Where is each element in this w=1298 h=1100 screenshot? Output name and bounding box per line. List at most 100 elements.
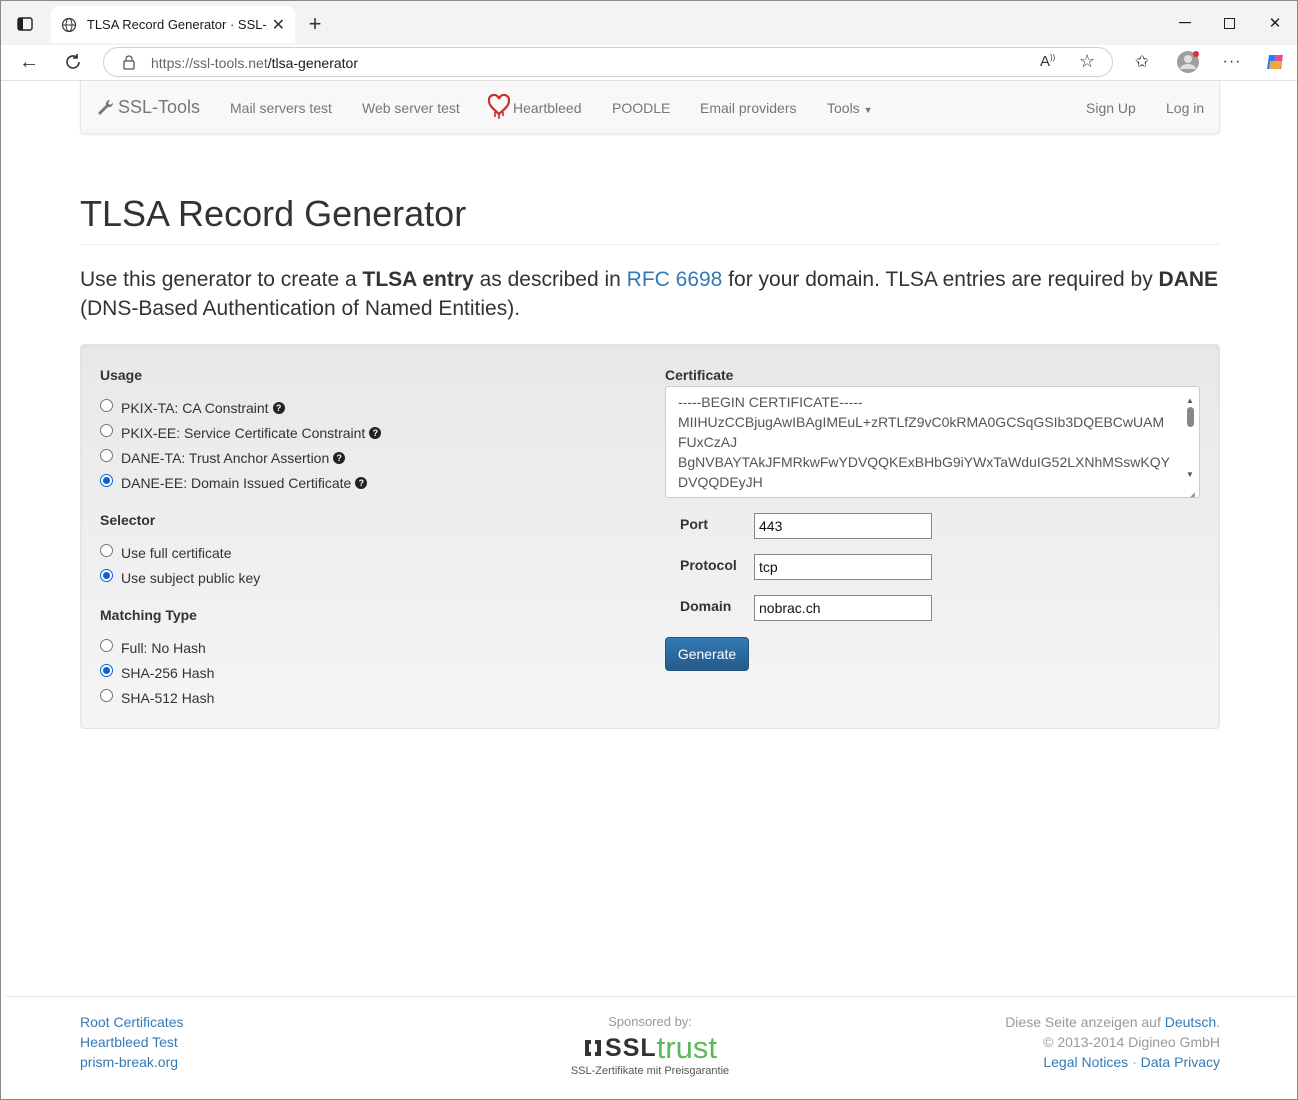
sponsor-tagline: SSL-Zertifikate mit Preisgarantie [570,1065,730,1077]
url-field[interactable]: https://ssl-tools.net/tlsa-generator A))… [103,47,1113,77]
intro-bold-dane: DANE [1158,268,1219,291]
certificate-textarea[interactable]: -----BEGIN CERTIFICATE----- MIIHUzCCBjug… [665,386,1200,498]
ssltrust-mark-icon [585,1040,602,1056]
ssltrust-logo[interactable]: SSL trust [550,1030,750,1066]
resize-grip-icon[interactable]: ◢ [1188,485,1195,497]
close-tab-icon[interactable]: ✕ [272,15,285,35]
sponsor-block: Sponsored by: SSL trust SSL-Zertifikate m… [550,1014,750,1077]
help-icon[interactable]: ? [272,402,285,414]
footer: Root Certificates Heartbleed Test prism-… [5,996,1295,1099]
generator-form: Usage PKIX-TA: CA Constraint? PKIX-EE: S… [80,344,1220,729]
read-aloud-icon[interactable]: A)) [1040,53,1055,70]
radio-sha256-checked[interactable] [100,663,113,677]
prism-break-link[interactable]: prism-break.org [80,1054,178,1070]
usage-option-dane-ta[interactable]: DANE-TA: Trust Anchor Assertion? [100,448,346,466]
copilot-icon[interactable] [1263,51,1287,73]
radio-pkix-ee[interactable] [100,423,113,437]
generate-button[interactable]: Generate [665,637,749,671]
matching-option-no-hash[interactable]: Full: No Hash [100,638,206,656]
profile-avatar-icon[interactable] [1175,49,1201,75]
help-icon[interactable]: ? [333,452,346,464]
port-input[interactable]: 443 [754,513,932,539]
selector-option-subject-public-key[interactable]: Use subject public key [100,568,260,586]
cert-line: FUxCzAJ [678,434,738,450]
top-navbar: SSL-Tools Mail servers test Web server t… [80,81,1220,134]
cert-line: BgNVBAYTAkJFMRkwFwYDVQQKExBHbG9iYWxTaWdu… [678,454,1170,470]
certificate-label: Certificate [665,367,734,383]
scroll-thumb[interactable] [1187,407,1194,427]
nav-link-email-providers[interactable]: Email providers [700,100,796,116]
usage-option-dane-ee[interactable]: DANE-EE: Domain Issued Certificate? [100,473,368,491]
scroll-down-icon[interactable]: ▼ [1186,465,1194,485]
matching-option-sha256[interactable]: SHA-256 Hash [100,663,214,681]
root-certificates-link[interactable]: Root Certificates [80,1014,183,1030]
nav-dropdown-tools[interactable]: Tools ▼ [827,100,873,116]
radio-pkix-ta[interactable] [100,398,113,412]
sidebar-toggle-icon[interactable] [15,15,35,33]
radio-full-certificate[interactable] [100,543,113,557]
tab-active[interactable]: TLSA Record Generator · SSL-Tools ✕ [51,6,295,43]
page-title: TLSA Record Generator [80,193,467,234]
favorites-icon[interactable]: ✩ [1129,52,1155,72]
favorite-star-icon[interactable]: ☆ [1079,51,1095,72]
intro-text-3: for your domain. TLSA entries are requir… [722,268,1159,291]
selector-label: Selector [100,512,156,528]
selector-option-full-certificate[interactable]: Use full certificate [100,543,231,561]
help-icon[interactable]: ? [355,477,368,489]
tab-title: TLSA Record Generator · SSL-Tools [86,17,266,32]
protocol-input[interactable]: tcp [754,554,932,580]
radio-subject-public-key-checked[interactable] [100,568,113,582]
minimize-icon[interactable] [1173,13,1197,33]
url-path: /tlsa-generator [267,55,358,71]
deutsch-link[interactable]: Deutsch [1165,1014,1216,1030]
radio-no-hash[interactable] [100,638,113,652]
intro-text-1: Use this generator to create a [80,268,363,291]
intro-text-4: (DNS-Based Authentication of Named Entit… [80,297,521,320]
wrench-icon [98,99,114,115]
usage-option-pkix-ee[interactable]: PKIX-EE: Service Certificate Constraint? [100,423,382,441]
logo-text-ssl: SSL [605,1033,657,1062]
maximize-icon[interactable] [1217,13,1241,33]
help-icon[interactable]: ? [369,427,382,439]
nav-link-poodle[interactable]: POODLE [612,100,670,116]
brand-link[interactable]: SSL-Tools [96,97,200,118]
sign-up-link[interactable]: Sign Up [1086,100,1136,116]
port-label: Port [680,516,708,532]
intro-bold-tlsa: TLSA entry [362,268,474,291]
nav-link-heartbleed[interactable]: Heartbleed [513,100,582,116]
radio-dane-ta[interactable] [100,448,113,462]
title-divider [80,244,1220,245]
cert-line: DVQQDEyJH [678,474,763,490]
cert-line: MIIHUzCCBjugAwIBAgIMEuL+zRTLfZ9vC0kRMA0G… [678,414,1165,430]
matching-type-label: Matching Type [100,607,197,623]
url-host: https://ssl-tools.net [151,55,268,71]
copyright-text: © 2013-2014 Digineo GmbH [1043,1034,1220,1050]
caret-down-icon: ▼ [863,105,873,115]
nav-link-web-server-test[interactable]: Web server test [362,100,460,116]
close-window-icon[interactable]: ✕ [1263,13,1287,33]
nav-link-mail-servers-test[interactable]: Mail servers test [230,100,332,116]
tab-strip: TLSA Record Generator · SSL-Tools ✕ + ✕ [1,1,1297,45]
radio-dane-ee-checked[interactable] [100,473,113,487]
heartbleed-icon [488,94,510,119]
textarea-scrollbar[interactable]: ▲ ▼ ◢ [1182,387,1199,497]
data-privacy-link[interactable]: Data Privacy [1141,1054,1220,1070]
legal-notices-link[interactable]: Legal Notices [1043,1054,1128,1070]
radio-sha512[interactable] [100,688,113,702]
usage-label: Usage [100,367,143,383]
heartbleed-test-link[interactable]: Heartbleed Test [80,1034,178,1050]
matching-option-sha512[interactable]: SHA-512 Hash [100,688,214,706]
language-text: Diese Seite anzeigen auf [1005,1014,1165,1030]
new-tab-icon[interactable]: + [303,11,327,36]
protocol-label: Protocol [680,557,737,573]
rfc-6698-link[interactable]: RFC 6698 [627,268,723,291]
reload-icon[interactable] [61,52,85,72]
back-icon[interactable]: ← [17,51,41,73]
lock-icon [123,55,135,70]
intro-paragraph: Use this generator to create a TLSA entr… [80,265,1225,323]
browser-window: TLSA Record Generator · SSL-Tools ✕ + ✕ … [0,0,1298,1100]
usage-option-pkix-ta[interactable]: PKIX-TA: CA Constraint? [100,398,285,416]
domain-input[interactable]: nobrac.ch [754,595,932,621]
log-in-link[interactable]: Log in [1166,100,1204,116]
more-menu-icon[interactable]: ··· [1219,52,1245,72]
